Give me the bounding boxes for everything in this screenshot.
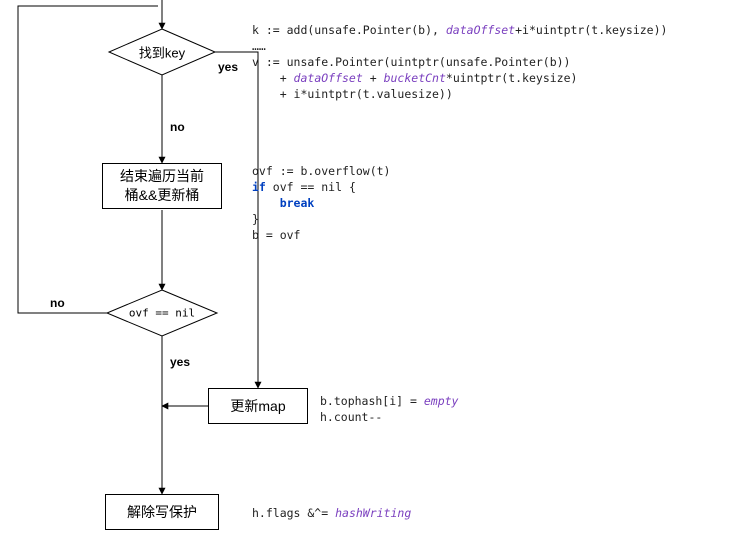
code-find-key: k := add(unsafe.Pointer(b), dataOffset+i… bbox=[252, 22, 667, 102]
code-release-wp: h.flags &^= hashWriting bbox=[252, 505, 411, 521]
edge-no-2: no bbox=[50, 296, 65, 310]
edge-yes-1: yes bbox=[218, 60, 238, 74]
process-end-iterate-label: 结束遍历当前 桶&&更新桶 bbox=[120, 167, 204, 205]
process-end-iterate: 结束遍历当前 桶&&更新桶 bbox=[102, 163, 222, 209]
process-update-map-label: 更新map bbox=[230, 397, 285, 416]
process-update-map: 更新map bbox=[208, 388, 308, 424]
code-update-map: b.tophash[i] = empty h.count-- bbox=[320, 393, 458, 425]
edge-yes-2: yes bbox=[170, 355, 190, 369]
process-release-wp-label: 解除写保护 bbox=[127, 503, 197, 522]
process-release-wp: 解除写保护 bbox=[105, 494, 219, 530]
code-overflow: ovf := b.overflow(t) if ovf == nil { bre… bbox=[252, 163, 390, 243]
edge-no-1: no bbox=[170, 120, 185, 134]
